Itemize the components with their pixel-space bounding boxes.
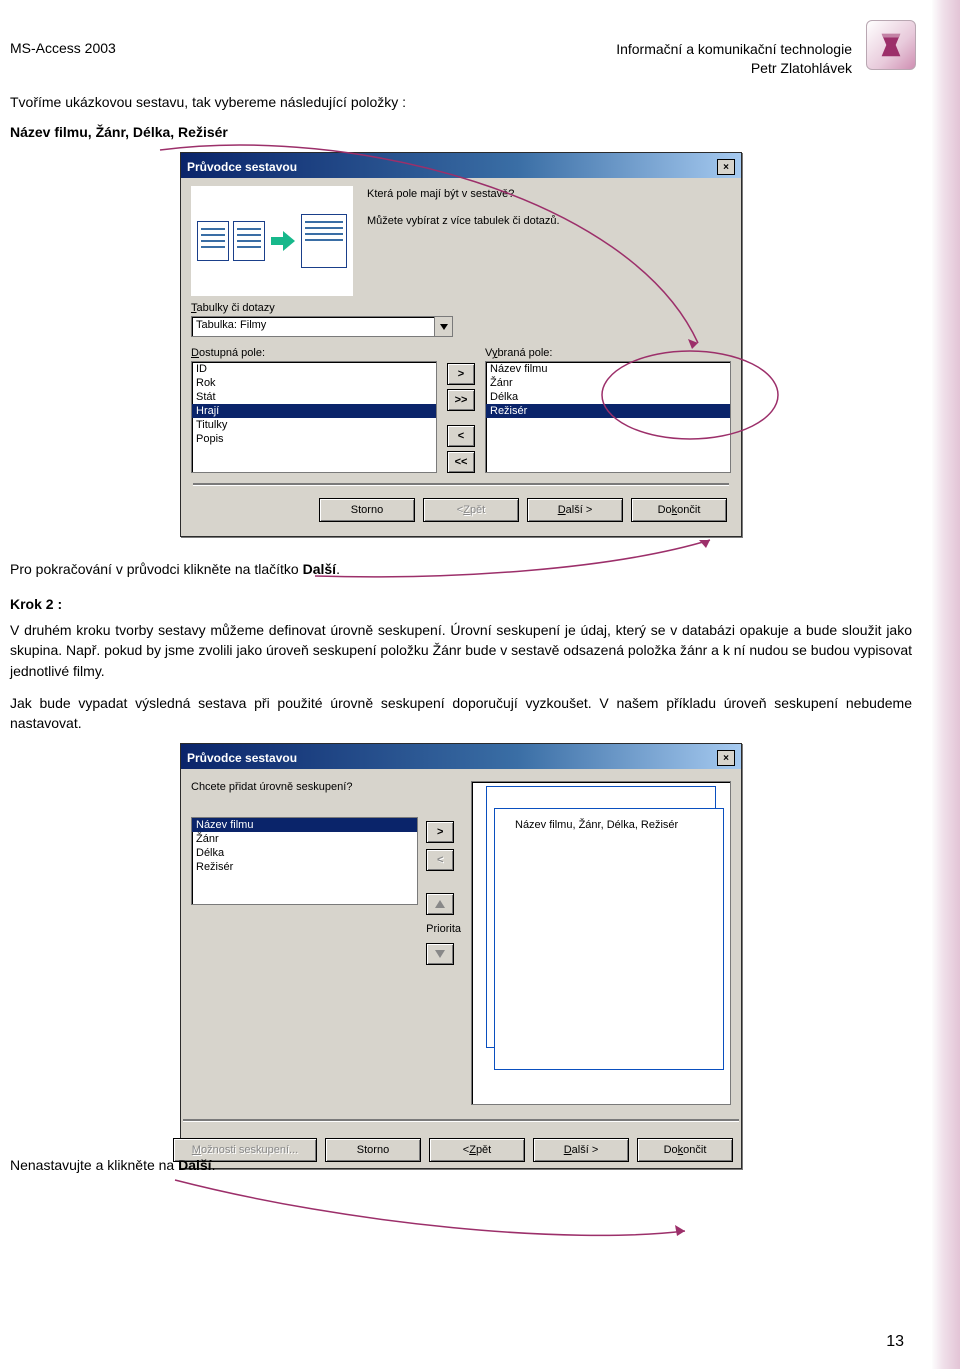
remove-all-button[interactable]: << [447, 451, 475, 473]
group-item[interactable]: Žánr [192, 832, 417, 846]
wizard-separator [183, 1119, 739, 1122]
wizard-separator [193, 483, 729, 486]
page-header: MS-Access 2003 Informační a komunikační … [10, 40, 912, 78]
intro-text-1: Tvoříme ukázkovou sestavu, tak vybereme … [10, 92, 912, 112]
wizard-2-window: Průvodce sestavou × Chcete přidat úrovně… [180, 743, 742, 1169]
cancel-button[interactable]: Storno [319, 498, 415, 522]
wizard-1-title: Průvodce sestavou [187, 160, 297, 174]
header-right-line1: Informační a komunikační technologie [616, 40, 852, 59]
avail-item-selected[interactable]: Hrají [192, 404, 436, 418]
access-app-icon [866, 20, 916, 70]
group-remove-button: < [426, 849, 454, 871]
available-fields-listbox[interactable]: ID Rok Stát Hrají Titulky Popis [191, 361, 437, 473]
sel-item[interactable]: Žánr [486, 376, 730, 390]
group-item[interactable]: Délka [192, 846, 417, 860]
header-left: MS-Access 2003 [10, 40, 116, 78]
back-button: < Zpět [423, 498, 519, 522]
available-fields-label: Dostupná pole: [191, 347, 437, 359]
wizard-1-q2: Můžete vybírat z více tabulek či dotazů. [367, 213, 731, 230]
selected-fields-label: Vybraná pole: [485, 347, 731, 359]
close-icon[interactable]: × [717, 159, 735, 175]
wizard-1-q1: Která pole mají být v sestavě? [367, 186, 731, 203]
tables-queries-combo[interactable]: Tabulka: Filmy [191, 316, 453, 337]
intro-text-2: Název filmu, Žánr, Délka, Režisér [10, 122, 912, 142]
sel-item[interactable]: Název filmu [486, 362, 730, 376]
add-all-button[interactable]: >> [447, 389, 475, 411]
chevron-down-icon[interactable] [434, 317, 452, 336]
back-button[interactable]: < Zpět [429, 1138, 525, 1162]
grouping-preview: Název filmu, Žánr, Délka, Režisér [471, 781, 731, 1105]
avail-item[interactable]: Stát [192, 390, 436, 404]
tables-queries-label: Tabulky či dotazy [191, 302, 275, 314]
page-number: 13 [886, 1333, 904, 1351]
side-decoration [932, 0, 960, 1369]
continue-text: Pro pokračování v průvodci klikněte na t… [10, 559, 912, 579]
finish-button[interactable]: Dokončit [637, 1138, 733, 1162]
sel-item-selected[interactable]: Režisér [486, 404, 730, 418]
grouping-fields-listbox[interactable]: Název filmu Žánr Délka Režisér [191, 817, 418, 905]
step-2-heading: Krok 2 : [10, 594, 912, 614]
next-button[interactable]: Další > [527, 498, 623, 522]
sel-item[interactable]: Délka [486, 390, 730, 404]
remove-one-button[interactable]: < [447, 425, 475, 447]
avail-item[interactable]: Titulky [192, 418, 436, 432]
wizard-2-question: Chcete přidat úrovně seskupení? [191, 781, 461, 793]
step-2-paragraph: V druhém kroku tvorby sestavy můžeme def… [10, 620, 912, 681]
selected-fields-listbox[interactable]: Název filmu Žánr Délka Režisér [485, 361, 731, 473]
group-item[interactable]: Režisér [192, 860, 417, 874]
next-button[interactable]: Další > [533, 1138, 629, 1162]
avail-item[interactable]: Popis [192, 432, 436, 446]
wizard-1-window: Průvodce sestavou × Která pole mají být … [180, 152, 742, 537]
cancel-button[interactable]: Storno [325, 1138, 421, 1162]
combo-value: Tabulka: Filmy [192, 317, 434, 336]
header-right-line2: Petr Zlatohlávek [616, 59, 852, 78]
add-one-button[interactable]: > [447, 363, 475, 385]
preview-header-text: Název filmu, Žánr, Délka, Režisér [515, 819, 678, 831]
wizard-1-illustration [191, 186, 353, 296]
annotation-arrow-3 [170, 1165, 700, 1265]
wizard-1-titlebar: Průvodce sestavou × [181, 153, 741, 178]
priority-up-button [426, 893, 454, 915]
wizard-2-title: Průvodce sestavou [187, 751, 297, 765]
avail-item[interactable]: Rok [192, 376, 436, 390]
step-2-paragraph-2: Jak bude vypadat výsledná sestava při po… [10, 693, 912, 734]
priority-label: Priorita [426, 923, 461, 935]
group-add-button[interactable]: > [426, 821, 454, 843]
finish-button[interactable]: Dokončit [631, 498, 727, 522]
close-icon[interactable]: × [717, 750, 735, 766]
priority-down-button [426, 943, 454, 965]
group-item-selected[interactable]: Název filmu [192, 818, 417, 832]
wizard-2-titlebar: Průvodce sestavou × [181, 744, 741, 769]
avail-item[interactable]: ID [192, 362, 436, 376]
